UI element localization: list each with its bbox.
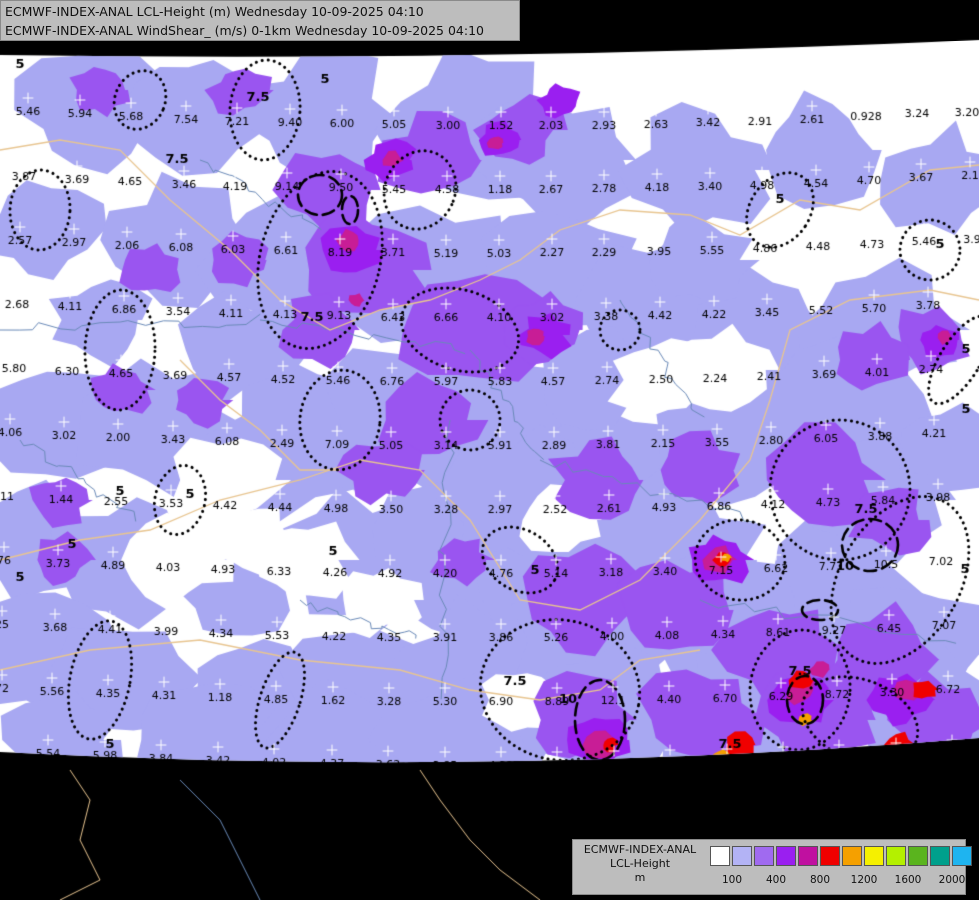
legend-swatch (754, 846, 774, 866)
legend-swatch (952, 846, 972, 866)
legend-swatch (886, 846, 906, 866)
map-title-box: ECMWF-INDEX-ANAL LCL-Height (m) Wednesda… (0, 0, 520, 41)
legend-tick-label: 2000 (938, 874, 966, 886)
legend-label: ECMWF-INDEX-ANAL LCL-Height m (575, 843, 705, 885)
weather-map (0, 0, 979, 900)
legend-tick-label: 1600 (894, 874, 922, 886)
legend-tick-label: 400 (765, 874, 787, 886)
legend-color-swatches (710, 846, 974, 866)
legend-swatch (732, 846, 752, 866)
legend-unit: m (634, 871, 646, 884)
title-line-windshear: ECMWF-INDEX-ANAL WindShear_ (m/s) 0-1km … (5, 23, 484, 38)
legend-ticks: 100 400 800 1200 1600 2000 (710, 874, 970, 888)
legend-model: ECMWF-INDEX-ANAL (583, 843, 697, 856)
color-legend: ECMWF-INDEX-ANAL LCL-Height m 100 400 800 1… (572, 839, 972, 895)
legend-swatch (776, 846, 796, 866)
legend-swatch (798, 846, 818, 866)
legend-swatch (930, 846, 950, 866)
legend-swatch (908, 846, 928, 866)
legend-swatch (820, 846, 840, 866)
legend-tick-label: 1200 (850, 874, 878, 886)
legend-swatch (842, 846, 862, 866)
legend-tick-label: 800 (809, 874, 831, 886)
title-line-lcl: ECMWF-INDEX-ANAL LCL-Height (m) Wednesda… (5, 4, 424, 19)
legend-tick-label: 100 (721, 874, 743, 886)
legend-parameter: LCL-Height (609, 857, 671, 870)
legend-swatch (710, 846, 730, 866)
legend-swatch (864, 846, 884, 866)
